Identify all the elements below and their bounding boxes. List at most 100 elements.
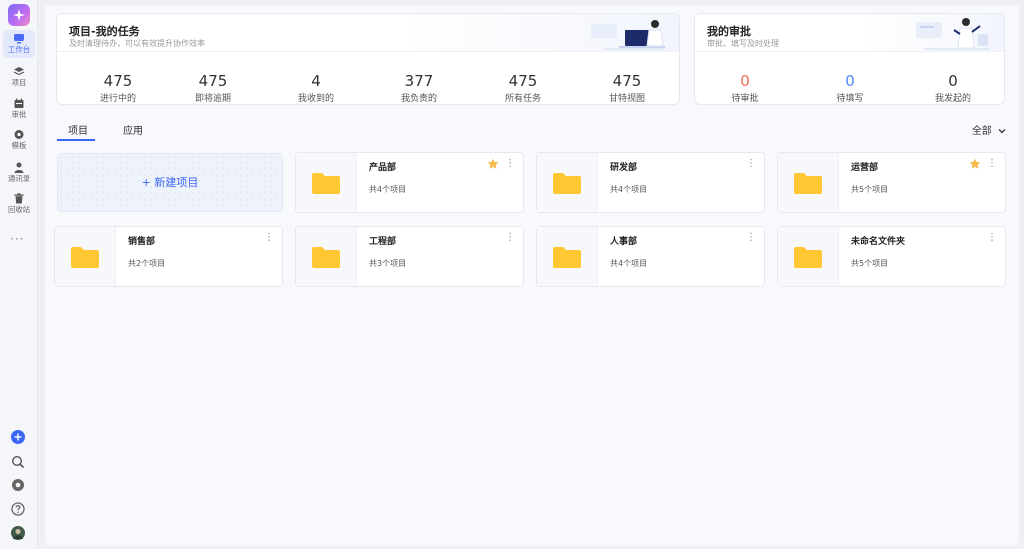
filter-dropdown[interactable]: 全部 bbox=[972, 122, 1006, 137]
folder-name: 人事部 bbox=[610, 237, 638, 247]
folder-card[interactable]: 产品部 共4个项目 ⋮ bbox=[295, 152, 524, 213]
folder-count: 共4个项目 bbox=[369, 185, 407, 194]
help-icon[interactable] bbox=[10, 501, 26, 517]
sparkle-icon bbox=[13, 9, 25, 21]
app-logo[interactable] bbox=[8, 4, 30, 26]
more-menu-icon[interactable]: ··· bbox=[10, 232, 24, 246]
rail-item-recycle-bin[interactable]: 回收站 bbox=[3, 190, 35, 218]
user-avatar[interactable] bbox=[10, 525, 26, 541]
add-circle-icon[interactable] bbox=[10, 429, 26, 445]
stat-label: 所有任务 bbox=[504, 94, 541, 104]
rail-item-workbench[interactable]: 工作台 bbox=[3, 30, 35, 58]
tab-projects[interactable]: 项目 bbox=[68, 122, 88, 137]
folder-icon-area bbox=[296, 153, 357, 212]
folder-icon-area bbox=[537, 227, 598, 286]
folder-icon bbox=[794, 173, 822, 194]
monitor-icon bbox=[14, 34, 24, 44]
folder-icon-area bbox=[55, 227, 116, 286]
stat-pending-fill[interactable]: 0 待填写 bbox=[790, 72, 910, 104]
stat-responsible[interactable]: 377 我负责的 bbox=[359, 72, 479, 104]
stat-pending-approval[interactable]: 0 待审批 bbox=[695, 72, 805, 104]
stat-value: 4 bbox=[311, 72, 321, 90]
settings-circle-icon[interactable] bbox=[10, 477, 26, 493]
rail-item-project[interactable]: 项目 bbox=[3, 63, 35, 91]
stat-label: 我发起的 bbox=[934, 94, 971, 104]
folder-name: 产品部 bbox=[369, 163, 397, 173]
my-approvals-card: 我的审批 审批、填写及时处理 0 待审批 0 待填写 0 我发起的 bbox=[694, 13, 1005, 105]
more-options-icon[interactable]: ⋮ bbox=[505, 232, 515, 243]
layers-icon bbox=[13, 67, 25, 76]
folder-name: 未命名文件夹 bbox=[851, 237, 906, 247]
folder-card[interactable]: 人事部 共4个项目 ⋮ bbox=[536, 226, 765, 287]
stat-initiated[interactable]: 0 我发起的 bbox=[893, 72, 1004, 104]
card-title: 我的审批 bbox=[707, 25, 751, 38]
trash-icon bbox=[14, 193, 24, 204]
active-tab-indicator bbox=[57, 139, 95, 141]
rail-item-label: 项目 bbox=[11, 78, 27, 87]
folder-card[interactable]: 未命名文件夹 共5个项目 ⋮ bbox=[777, 226, 1006, 287]
folder-icon bbox=[794, 247, 822, 268]
folder-name: 工程部 bbox=[369, 237, 397, 247]
search-icon[interactable] bbox=[10, 454, 26, 470]
folder-icon-area bbox=[537, 153, 598, 212]
rail-item-label: 审批 bbox=[11, 110, 27, 119]
folder-name: 研发部 bbox=[610, 163, 638, 173]
folder-icon-area bbox=[778, 227, 839, 286]
star-icon[interactable] bbox=[969, 158, 981, 170]
folder-count: 共4个项目 bbox=[610, 259, 648, 268]
folder-name: 运营部 bbox=[851, 163, 879, 173]
more-options-icon[interactable]: ⋮ bbox=[746, 158, 756, 169]
stat-value: 0 bbox=[845, 72, 855, 90]
folder-icon-area bbox=[778, 153, 839, 212]
card-title: 项目-我的任务 bbox=[69, 25, 140, 38]
tab-apps[interactable]: 应用 bbox=[123, 122, 143, 137]
new-project-button[interactable]: + 新建项目 bbox=[57, 153, 283, 212]
folder-card[interactable]: 销售部 共2个项目 ⋮ bbox=[54, 226, 283, 287]
more-options-icon[interactable]: ⋮ bbox=[505, 158, 515, 169]
folder-count: 共3个项目 bbox=[369, 259, 407, 268]
folder-icon bbox=[312, 247, 340, 268]
stat-value: 475 bbox=[508, 72, 538, 90]
folder-card[interactable]: 运营部 共5个项目 ⋮ bbox=[777, 152, 1006, 213]
stat-value: 475 bbox=[612, 72, 642, 90]
folder-icon bbox=[553, 247, 581, 268]
stat-due-soon[interactable]: 475 即将逾期 bbox=[153, 72, 273, 104]
folder-icon bbox=[71, 247, 99, 268]
stat-value: 377 bbox=[404, 72, 434, 90]
folder-card[interactable]: 研发部 共4个项目 ⋮ bbox=[536, 152, 765, 213]
folder-count: 共5个项目 bbox=[851, 259, 889, 268]
folder-icon bbox=[312, 173, 340, 194]
card-header: 我的审批 审批、填写及时处理 bbox=[695, 14, 1004, 52]
rail-item-contacts[interactable]: 通讯录 bbox=[3, 159, 35, 187]
star-icon[interactable] bbox=[487, 158, 499, 170]
more-options-icon[interactable]: ⋮ bbox=[746, 232, 756, 243]
stat-label: 甘特视图 bbox=[608, 94, 645, 104]
stat-label: 我负责的 bbox=[400, 94, 437, 104]
rail-item-approval[interactable]: 审批 bbox=[3, 95, 35, 123]
rail-item-template[interactable]: 模板 bbox=[3, 126, 35, 154]
folder-icon bbox=[553, 173, 581, 194]
card-header: 项目-我的任务 及时清理待办，可以有效提升协作效率 bbox=[57, 14, 679, 52]
more-options-icon[interactable]: ⋮ bbox=[987, 232, 997, 243]
stat-all-tasks[interactable]: 475 所有任务 bbox=[463, 72, 583, 104]
folder-icon-area bbox=[296, 227, 357, 286]
card-subtitle: 及时清理待办，可以有效提升协作效率 bbox=[69, 39, 205, 48]
more-options-icon[interactable]: ⋮ bbox=[987, 158, 997, 169]
stat-received[interactable]: 4 我收到的 bbox=[256, 72, 376, 104]
stat-gantt[interactable]: 475 甘特视图 bbox=[567, 72, 679, 104]
stat-value: 0 bbox=[948, 72, 958, 90]
calendar-icon bbox=[14, 98, 24, 108]
stat-label: 我收到的 bbox=[297, 94, 334, 104]
my-tasks-card: 项目-我的任务 及时清理待办，可以有效提升协作效率 475 进行中的 475 即… bbox=[56, 13, 680, 105]
stat-value: 475 bbox=[198, 72, 228, 90]
more-options-icon[interactable]: ⋮ bbox=[264, 232, 274, 243]
rail-item-label: 模板 bbox=[11, 141, 27, 150]
filter-label: 全部 bbox=[971, 126, 992, 137]
approval-illustration bbox=[916, 18, 990, 50]
folder-card[interactable]: 工程部 共3个项目 ⋮ bbox=[295, 226, 524, 287]
folder-name: 销售部 bbox=[128, 237, 156, 247]
folder-count: 共5个项目 bbox=[851, 185, 889, 194]
rail-item-label: 工作台 bbox=[7, 45, 31, 54]
desk-worker-illustration bbox=[591, 20, 665, 50]
stat-label: 待填写 bbox=[836, 94, 864, 104]
